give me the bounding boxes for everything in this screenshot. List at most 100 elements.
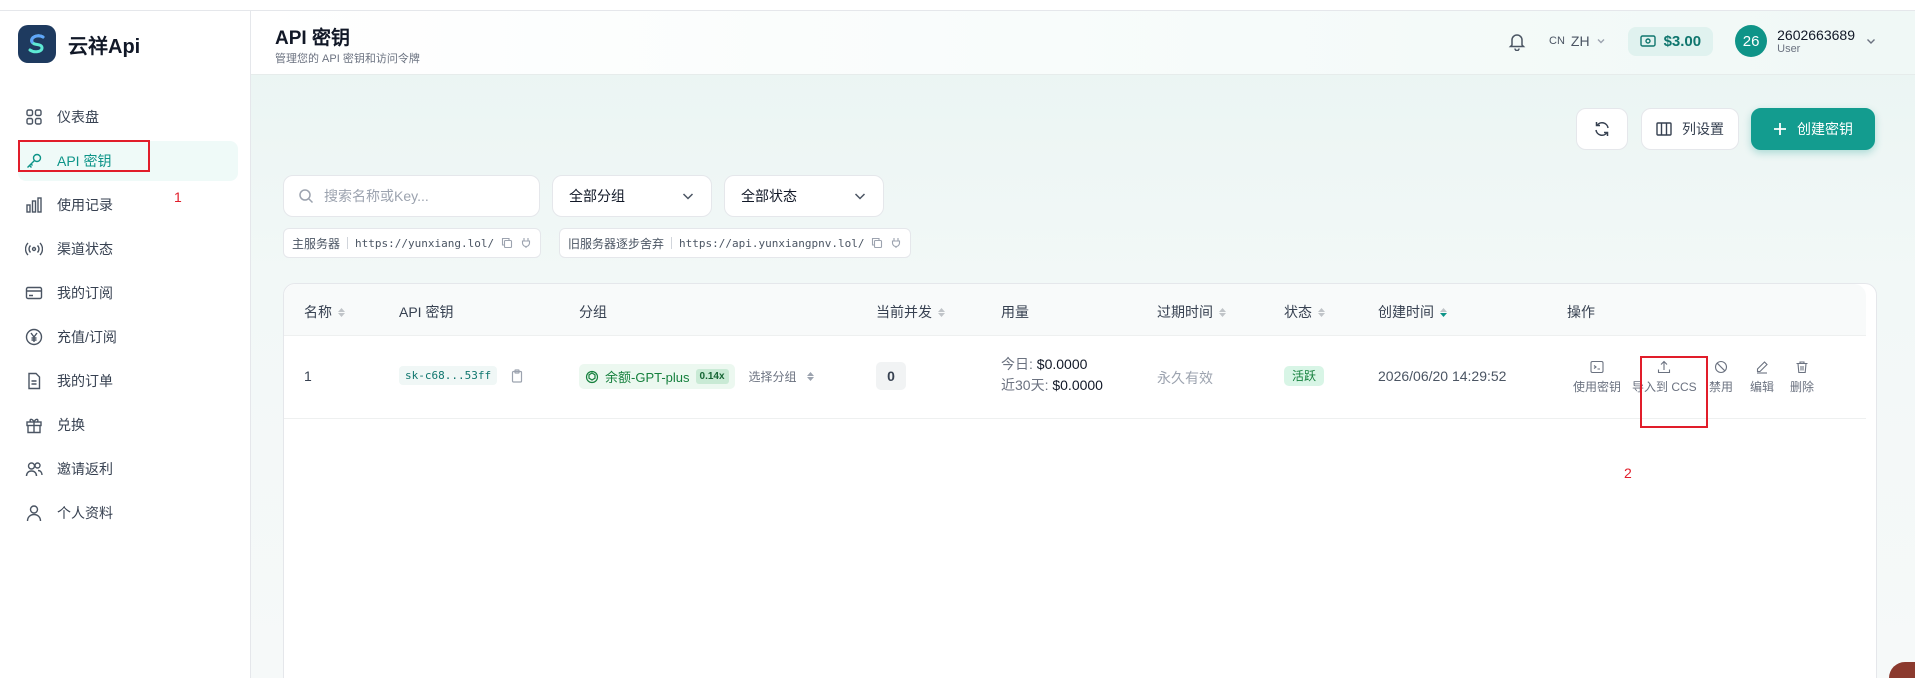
card-icon xyxy=(25,286,43,300)
window-top-bar xyxy=(0,0,1915,11)
avatar-corner-image xyxy=(1889,662,1915,678)
user-menu[interactable]: 26 2602663689 User xyxy=(1735,25,1877,57)
wallet-icon xyxy=(1639,35,1656,47)
column-header-expires[interactable]: 过期时间 xyxy=(1157,302,1226,322)
yen-icon xyxy=(25,328,43,346)
column-header-name[interactable]: 名称 xyxy=(304,302,345,322)
column-header-group: 分组 xyxy=(579,302,607,322)
status-filter-select[interactable]: 全部状态 xyxy=(724,175,884,217)
search-input[interactable] xyxy=(324,188,524,204)
divider xyxy=(347,237,349,249)
openai-icon xyxy=(585,370,599,383)
sidebar-item-profile[interactable]: 个人资料 xyxy=(18,493,238,533)
gift-icon xyxy=(26,418,42,434)
annotation-box-1 xyxy=(18,140,150,172)
use-key-label: 使用密钥 xyxy=(1573,380,1622,394)
primary-server-chip: 主服务器 https://yunxiang.lol/ xyxy=(283,228,542,258)
column-header-concurrency[interactable]: 当前并发 xyxy=(876,302,945,322)
plug-icon[interactable] xyxy=(520,237,532,249)
user-name: 2602663689 xyxy=(1777,27,1855,43)
main-content: API 密钥 管理您的 API 密钥和访问令牌 CN ZH $3.00 26 2… xyxy=(251,11,1915,678)
use-key-action[interactable]: 使用密钥 xyxy=(1573,360,1621,395)
avatar: 26 xyxy=(1735,25,1768,57)
columns-icon xyxy=(1656,122,1672,136)
expires-value: 永久有效 xyxy=(1157,370,1213,386)
brand[interactable]: 云祥Api xyxy=(18,25,140,63)
column-label: 当前并发 xyxy=(876,304,932,320)
lang-prefix: CN xyxy=(1549,35,1565,47)
column-label: API 密钥 xyxy=(399,304,454,320)
disable-action[interactable]: 禁用 xyxy=(1709,360,1733,395)
copy-icon[interactable] xyxy=(501,237,513,249)
bell-icon[interactable] xyxy=(1507,31,1527,51)
api-key-value[interactable]: sk-c68...53ff xyxy=(399,366,498,385)
bar-chart-icon xyxy=(26,197,42,213)
created-value: 2026/06/20 14:29:52 xyxy=(1378,368,1507,384)
sidebar-item-my-orders[interactable]: 我的订单 xyxy=(18,361,238,401)
delete-action[interactable]: 删除 xyxy=(1790,360,1814,395)
concurrency-cell: 0 xyxy=(876,362,906,390)
group-filter-select[interactable]: 全部分组 xyxy=(552,175,712,217)
column-header-created[interactable]: 创建时间 xyxy=(1378,302,1447,322)
refresh-icon xyxy=(1595,122,1609,136)
search-icon xyxy=(299,189,314,204)
plug-icon[interactable] xyxy=(890,237,902,249)
sidebar-item-channel-status[interactable]: 渠道状态 xyxy=(18,229,238,269)
sidebar-item-label: 邀请返利 xyxy=(57,461,113,477)
balance-amount: $3.00 xyxy=(1663,32,1702,50)
sidebar-item-label: 仪表盘 xyxy=(57,109,99,125)
page-subtitle: 管理您的 API 密钥和访问令牌 xyxy=(275,53,420,65)
usage-today-value: $0.0000 xyxy=(1036,356,1088,372)
usage-30d-value: $0.0000 xyxy=(1052,377,1103,393)
delete-label: 删除 xyxy=(1790,380,1815,394)
column-label: 创建时间 xyxy=(1378,304,1434,320)
column-header-status[interactable]: 状态 xyxy=(1284,302,1325,322)
status-badge: 活跃 xyxy=(1284,366,1325,386)
key-name: 1 xyxy=(304,368,312,384)
refresh-button[interactable] xyxy=(1576,108,1628,150)
table-header: 名称 API 密钥 分组 当前并发 用量 过期时间 状态 创建时间 操作 xyxy=(284,284,1866,336)
api-keys-table: 名称 API 密钥 分组 当前并发 用量 过期时间 状态 创建时间 操作 1 s… xyxy=(283,283,1877,678)
user-role: User xyxy=(1777,43,1801,55)
sidebar-item-recharge[interactable]: 充值/订阅 xyxy=(18,317,238,357)
sidebar: 云祥Api 仪表盘 API 密钥 使用记录 渠道状态 我的订阅 充值/订阅 我的… xyxy=(0,11,251,678)
create-key-label: 创建密钥 xyxy=(1797,121,1853,137)
group-name: 余额-GPT-plus xyxy=(605,370,690,385)
divider xyxy=(671,237,673,249)
concurrency-value: 0 xyxy=(876,362,906,390)
balance-badge[interactable]: $3.00 xyxy=(1627,26,1714,56)
create-key-button[interactable]: 创建密钥 xyxy=(1751,108,1875,150)
search-box[interactable] xyxy=(283,175,540,217)
column-label: 分组 xyxy=(579,304,607,320)
sidebar-item-label: 充值/订阅 xyxy=(57,329,117,345)
group-select[interactable]: 选择分组 xyxy=(749,368,814,385)
sidebar-item-usage-records[interactable]: 使用记录 xyxy=(18,185,238,225)
sidebar-item-dashboard[interactable]: 仪表盘 xyxy=(18,97,238,137)
sidebar-item-label: 兑换 xyxy=(57,417,85,433)
edit-action[interactable]: 编辑 xyxy=(1750,360,1774,395)
clipboard-icon[interactable] xyxy=(511,368,523,383)
sort-icon xyxy=(1219,307,1226,317)
sidebar-item-referral[interactable]: 邀请返利 xyxy=(18,449,238,489)
sidebar-item-redeem[interactable]: 兑换 xyxy=(18,405,238,445)
copy-icon[interactable] xyxy=(871,237,883,249)
column-header-key: API 密钥 xyxy=(399,302,453,322)
column-settings-label: 列设置 xyxy=(1682,121,1724,137)
column-label: 过期时间 xyxy=(1157,304,1213,320)
sidebar-item-label: 使用记录 xyxy=(57,197,113,213)
group-select-label: 选择分组 xyxy=(748,370,797,384)
dashboard-icon xyxy=(26,109,42,125)
api-key-cell: sk-c68...53ff xyxy=(399,366,523,385)
sidebar-item-my-subscription[interactable]: 我的订阅 xyxy=(18,273,238,313)
edit-label: 编辑 xyxy=(1750,380,1775,394)
status-filter-value: 全部状态 xyxy=(741,188,797,204)
legacy-server-chip: 旧服务器逐步舍弃 https://api.yunxiangpnv.lol/ xyxy=(559,228,912,258)
column-settings-button[interactable]: 列设置 xyxy=(1641,108,1739,150)
edit-icon xyxy=(1756,361,1768,374)
language-selector[interactable]: CN ZH xyxy=(1549,33,1606,49)
sort-icon xyxy=(938,307,945,317)
page-title: API 密钥 xyxy=(275,28,350,49)
ban-icon xyxy=(1714,360,1728,374)
group-filter-value: 全部分组 xyxy=(569,188,625,204)
page-header: API 密钥 管理您的 API 密钥和访问令牌 CN ZH $3.00 26 2… xyxy=(251,11,1915,75)
